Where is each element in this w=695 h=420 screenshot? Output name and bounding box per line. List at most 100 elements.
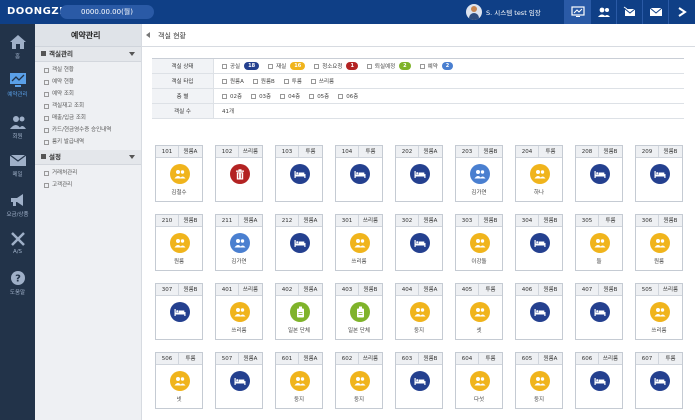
room-card[interactable]: 506 투룸 넷 <box>155 352 203 409</box>
checkbox[interactable] <box>268 63 274 69</box>
room-type: 원룸A <box>423 218 438 224</box>
guest-name: 일본 단체 <box>348 328 370 334</box>
room-card[interactable]: 302 원룸A <box>395 214 443 271</box>
floor-option[interactable]: 05층 <box>309 92 329 100</box>
checkbox[interactable] <box>419 63 425 69</box>
room-card[interactable]: 405 투룸 셋 <box>455 283 503 340</box>
status-option[interactable]: 공실 18 <box>222 62 260 70</box>
checkbox[interactable] <box>222 93 227 99</box>
nav-help[interactable]: ? 도움말 <box>0 270 35 296</box>
sidebar-item-sales[interactable]: 매출/입금 조회 <box>35 112 141 124</box>
count-badge: 18 <box>244 62 260 70</box>
room-card[interactable]: 307 원룸B <box>155 283 203 340</box>
floor-option[interactable]: 06층 <box>338 92 358 100</box>
room-number: 210 <box>156 215 179 226</box>
type-option[interactable]: 원룸B <box>252 77 275 85</box>
room-card[interactable]: 404 원룸A 둥지 <box>395 283 443 340</box>
floor-option[interactable]: 03층 <box>251 92 271 100</box>
sidebar-item-clients[interactable]: 거래처관리 <box>35 167 141 179</box>
nav-reservation[interactable]: 예약관리 <box>0 72 35 98</box>
sidebar-item-roomkey[interactable]: 룸키 발급내역 <box>35 136 141 148</box>
room-header: 307 원룸B <box>156 284 202 296</box>
room-card[interactable]: 401 쓰리룸 쓰리룸 <box>215 283 263 340</box>
sidebar-item-inventory[interactable]: 객실재고 조회 <box>35 100 141 112</box>
room-card[interactable]: 303 원룸B 이강돌 <box>455 214 503 271</box>
room-card[interactable]: 601 원룸A 둥지 <box>275 352 323 409</box>
room-card[interactable]: 402 원룸A 일본 단체 <box>275 283 323 340</box>
room-card[interactable]: 602 쓰리룸 둥지 <box>335 352 383 409</box>
type-option[interactable]: 쓰리룸 <box>310 77 334 85</box>
floor-option[interactable]: 04층 <box>280 92 300 100</box>
room-card[interactable]: 505 쓰리룸 쓰리룸 <box>635 283 683 340</box>
bed-icon <box>230 371 250 391</box>
nav-pricing[interactable]: 요금/상품 <box>0 192 35 218</box>
room-card[interactable]: 209 원룸B <box>635 145 683 202</box>
checkbox[interactable] <box>309 93 315 99</box>
room-card[interactable]: 406 원룸B <box>515 283 563 340</box>
room-card[interactable]: 212 원룸A <box>275 214 323 271</box>
sidebar-item-card-approval[interactable]: 카드/현금영수증 승인내역 <box>35 124 141 136</box>
room-card[interactable]: 305 투룸 둘 <box>575 214 623 271</box>
checkbox[interactable] <box>366 63 372 69</box>
collapse-arrow-icon[interactable] <box>146 32 150 38</box>
room-card[interactable]: 210 원룸B 원룸 <box>155 214 203 271</box>
room-card[interactable]: 208 원룸B <box>575 145 623 202</box>
room-card[interactable]: 605 원룸A 둥지 <box>515 352 563 409</box>
type-option[interactable]: 원룸A <box>222 77 244 85</box>
type-option[interactable]: 투룸 <box>283 77 302 85</box>
checkbox[interactable] <box>222 63 227 69</box>
checkbox[interactable] <box>252 78 258 84</box>
nav-mail[interactable]: 메일 <box>0 152 35 178</box>
room-number: 305 <box>576 215 599 226</box>
sidebar-item-reservation-status[interactable]: 예약 현황 <box>35 76 141 88</box>
room-card[interactable]: 102 쓰리룸 <box>215 145 263 202</box>
status-option[interactable]: 청소요청 1 <box>314 62 358 70</box>
share-icon[interactable] <box>668 0 694 24</box>
room-card[interactable]: 211 원룸A 김가연 <box>215 214 263 271</box>
nav-as[interactable]: A/S <box>0 231 35 255</box>
checkbox[interactable] <box>222 78 227 84</box>
mail-icon[interactable] <box>642 0 668 24</box>
checkbox[interactable] <box>310 78 316 84</box>
checkbox[interactable] <box>314 63 320 69</box>
sidebar-item-reservation-search[interactable]: 예약 조회 <box>35 88 141 100</box>
room-card[interactable]: 403 원룸B 일본 단체 <box>335 283 383 340</box>
room-card[interactable]: 202 원룸A <box>395 145 443 202</box>
room-card[interactable]: 306 원룸B 원룸 <box>635 214 683 271</box>
user-profile[interactable]: S. 시스템 test 임장 <box>466 4 541 20</box>
mail-broadcast-icon[interactable] <box>616 0 642 24</box>
room-card[interactable]: 203 원룸B 김가연 <box>455 145 503 202</box>
status-option[interactable]: 예약 2 <box>419 62 454 70</box>
room-card[interactable]: 603 원룸B <box>395 352 443 409</box>
users-icon[interactable] <box>590 0 616 24</box>
room-card[interactable]: 604 투룸 다섯 <box>455 352 503 409</box>
room-card[interactable]: 104 투룸 <box>335 145 383 202</box>
status-option[interactable]: 퇴실예정 2 <box>366 62 411 70</box>
room-card[interactable]: 606 쓰리룸 <box>575 352 623 409</box>
room-card[interactable]: 407 원룸B <box>575 283 623 340</box>
checkbox[interactable] <box>251 93 257 99</box>
room-card[interactable]: 204 투룸 하나 <box>515 145 563 202</box>
floor-option[interactable]: 02층 <box>222 92 242 100</box>
sidebar-section-settings[interactable]: 설정 <box>35 150 141 165</box>
monitor-icon[interactable] <box>564 0 590 24</box>
nav-home[interactable]: 홈 <box>0 34 35 60</box>
sidebar-section-rooms[interactable]: 객실관리 <box>35 47 141 62</box>
app-logo[interactable]: DOONGZI <box>7 6 63 17</box>
room-card[interactable]: 103 투룸 <box>275 145 323 202</box>
room-card[interactable]: 101 원룸A 김철수 <box>155 145 203 202</box>
room-header: 304 원룸B <box>516 215 562 227</box>
sidebar-item-room-status[interactable]: 객실 현황 <box>35 64 141 76</box>
room-card[interactable]: 607 투룸 <box>635 352 683 409</box>
checkbox[interactable] <box>338 93 344 99</box>
status-option[interactable]: 재실 16 <box>268 62 306 70</box>
room-card[interactable]: 301 쓰리룸 쓰리룸 <box>335 214 383 271</box>
guest-name: 김가연 <box>231 259 247 265</box>
checkbox[interactable] <box>283 78 289 84</box>
sidebar-item-customers[interactable]: 고객관리 <box>35 179 141 191</box>
room-card[interactable]: 507 원룸A <box>215 352 263 409</box>
nav-members[interactable]: 회원 <box>0 114 35 140</box>
checkbox[interactable] <box>280 93 286 99</box>
room-body: 일본 단체 <box>276 296 322 340</box>
room-card[interactable]: 304 원룸B <box>515 214 563 271</box>
